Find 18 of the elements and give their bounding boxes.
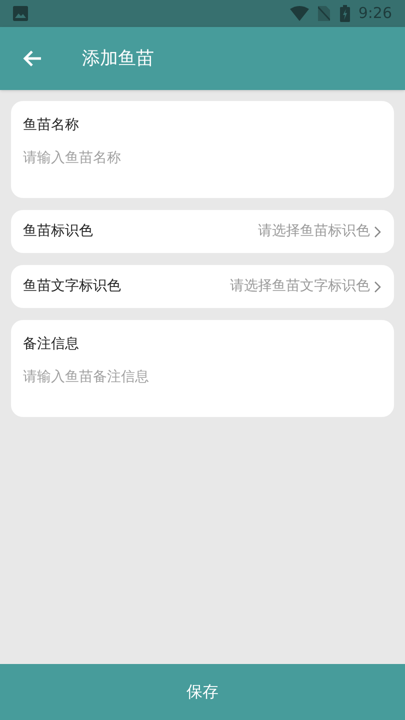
- chevron-right-icon: [374, 226, 381, 238]
- select-placeholder: 请选择鱼苗文字标识色: [230, 277, 370, 296]
- field-label: 备注信息: [23, 335, 80, 354]
- select-placeholder: 请选择鱼苗标识色: [258, 222, 370, 241]
- select-row[interactable]: 鱼苗标识色 请选择鱼苗标识色: [11, 210, 394, 253]
- chevron-right-icon: [374, 280, 381, 292]
- field-label: 鱼苗名称: [23, 116, 80, 135]
- page-title: 添加鱼苗: [82, 47, 154, 71]
- wifi-icon: [290, 6, 310, 21]
- select-row[interactable]: 鱼苗文字标识色 请选择鱼苗文字标识色: [11, 265, 394, 308]
- input-field[interactable]: 请输入鱼苗名称: [23, 148, 382, 169]
- no-sim-icon: [318, 6, 330, 21]
- field-label: 鱼苗标识色: [23, 222, 93, 241]
- back-arrow-icon: [22, 50, 42, 67]
- image-icon: [13, 6, 28, 21]
- battery-icon: [340, 5, 350, 22]
- input-field[interactable]: 请输入鱼苗备注信息: [23, 367, 382, 388]
- field-label: 鱼苗文字标识色: [23, 277, 121, 296]
